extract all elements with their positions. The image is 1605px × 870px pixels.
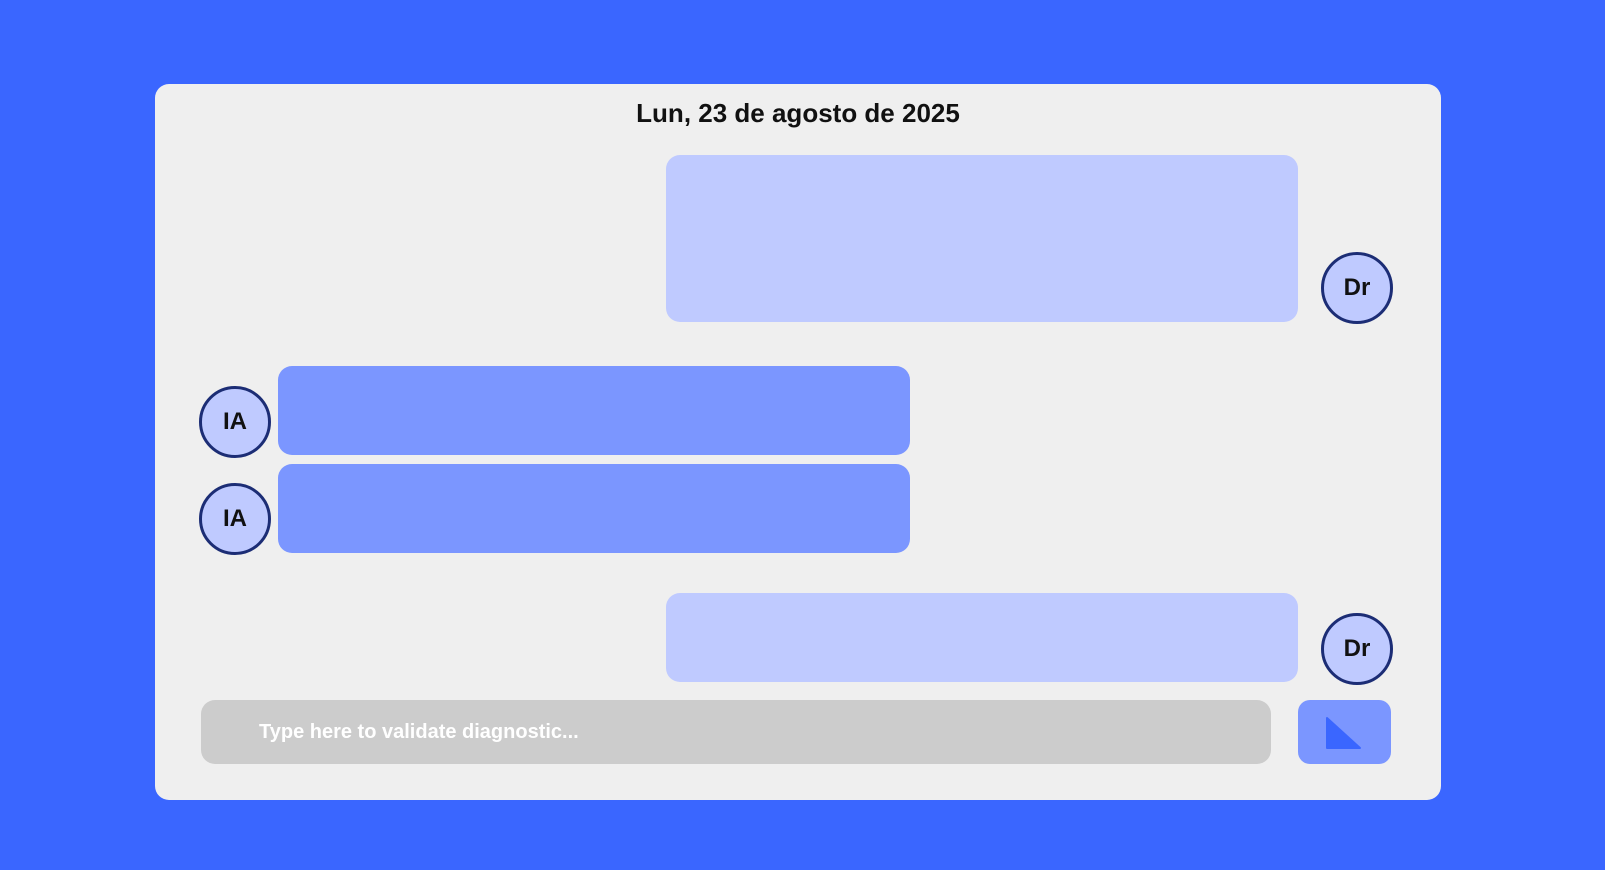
ai-message-bubble [278,366,910,455]
diagnostic-input[interactable] [201,700,1271,764]
ai-avatar: IA [199,483,271,555]
chat-window: Lun, 23 de agosto de 2025 Dr IA IA Dr [155,84,1441,800]
doctor-avatar: Dr [1321,252,1393,324]
doctor-avatar: Dr [1321,613,1393,685]
doctor-message-bubble [666,155,1298,322]
send-button[interactable] [1298,700,1391,764]
date-header: Lun, 23 de agosto de 2025 [636,98,960,128]
doctor-message-bubble [666,593,1298,682]
ai-avatar: IA [199,386,271,458]
message-input-bar [201,700,1271,764]
send-triangle-icon [1326,717,1361,749]
ai-message-bubble [278,464,910,553]
